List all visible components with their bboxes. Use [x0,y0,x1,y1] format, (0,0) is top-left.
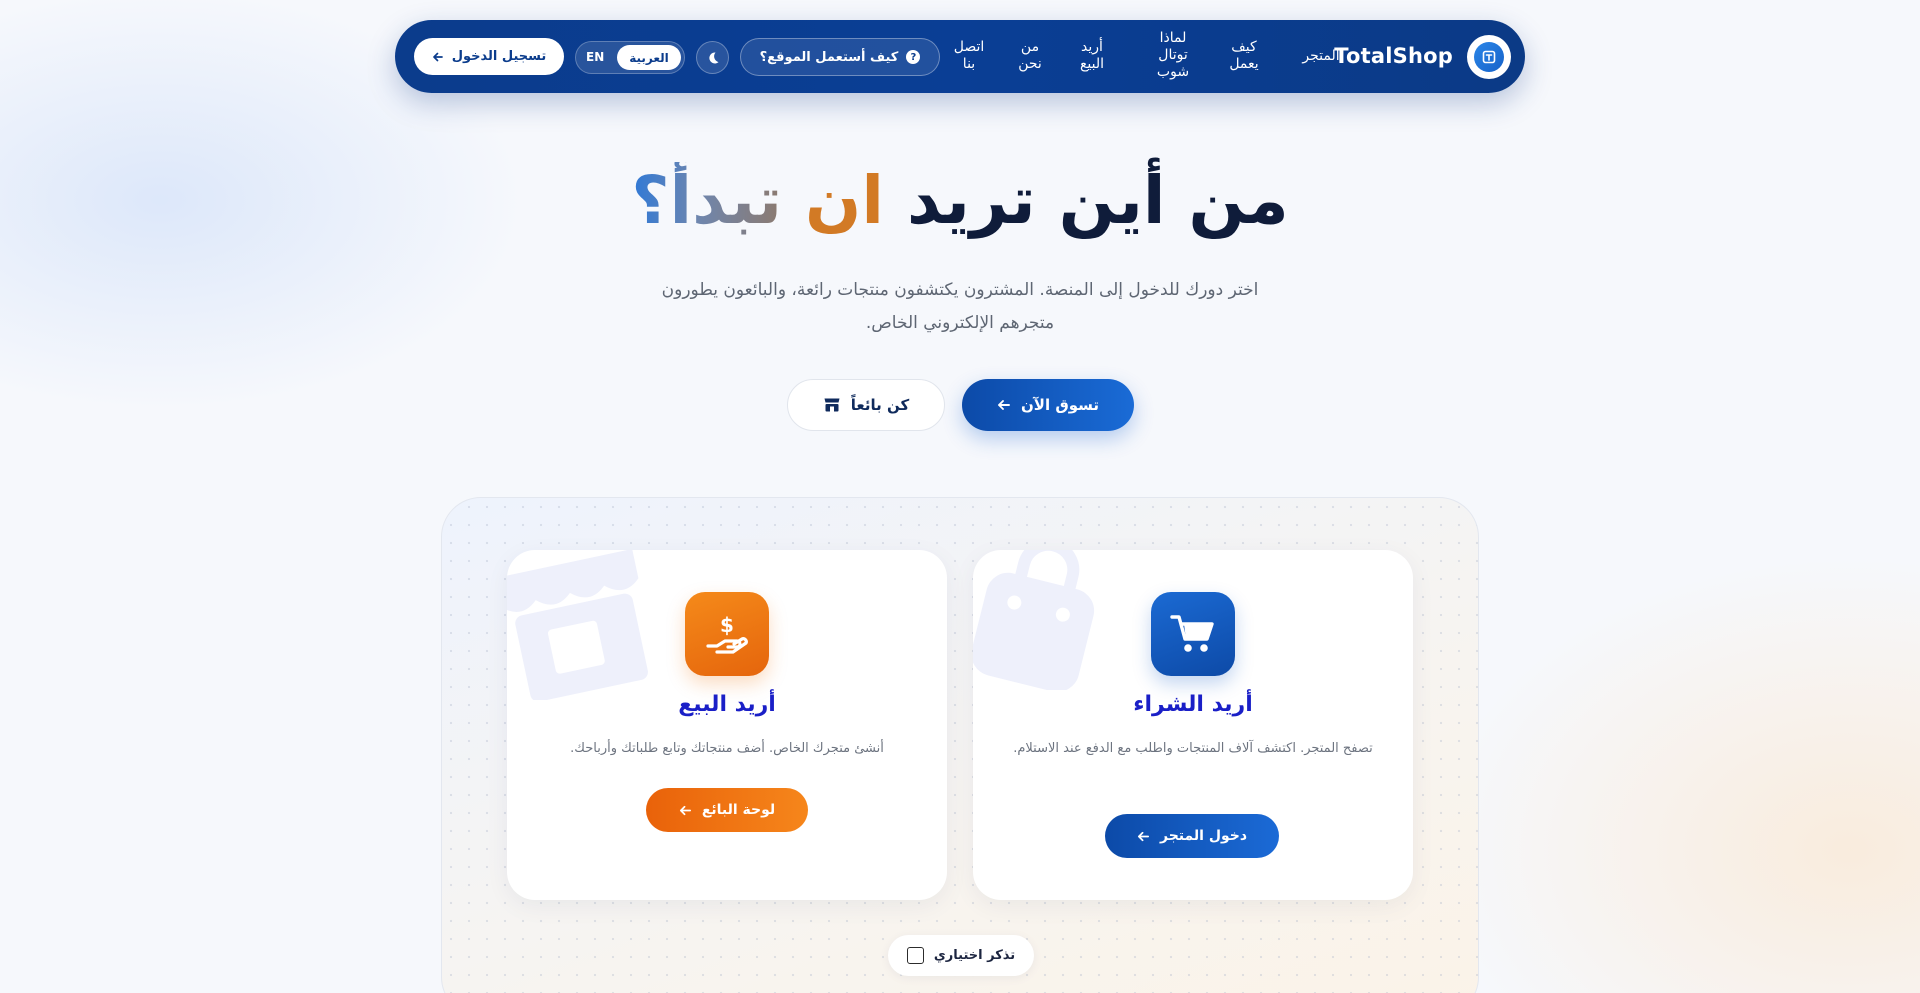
login-label: تسجيل الدخول [451,49,547,64]
seller-card-title: أريد البيع [678,692,776,717]
seller-card-description: أنشئ متجرك الخاص. أضف منتجاتك وتابع طلبا… [570,741,884,756]
nav-link-contact-us[interactable]: اتصل بنا [949,39,989,73]
nav-link-store[interactable]: المتجر [1299,48,1343,65]
become-seller-label: كن بائعاً [850,396,910,414]
arrow-left-icon [1137,831,1150,841]
language-option-arabic[interactable]: العربية [617,45,681,70]
store-icon [824,398,840,412]
brand-logo[interactable] [1467,35,1511,79]
nav-link-how-it-works[interactable]: كيف يعمل [1225,39,1263,73]
shop-now-button[interactable]: تسوق الآن [962,379,1134,431]
question-icon: ? [906,50,921,64]
cart-icon [1151,592,1235,676]
remember-choice-label: تذكر اختياري [933,948,1016,963]
moon-icon [708,51,718,63]
top-navbar: TotalShop المتجر كيف يعمل لماذا توتال شو… [395,20,1525,93]
buyer-role-card[interactable]: أريد الشراء تصفح المتجر. اكتشف آلاف المن… [973,550,1413,900]
seller-dashboard-button[interactable]: لوحة البائع [646,788,808,832]
arrow-left-icon [679,805,691,815]
nav-link-about-us[interactable]: من نحن [1012,39,1048,73]
language-option-english[interactable]: EN [586,50,604,64]
hero-title: من أين تريد ان تبدأ؟ [0,158,1920,244]
svg-text:$: $ [720,613,734,637]
seller-role-card[interactable]: $ أريد البيع أنشئ متجرك الخاص. أضف منتجا… [507,550,947,900]
shopping-bag-watermark-icon [973,550,1095,690]
buyer-card-description: تصفح المتجر. اكتشف آلاف المنتجات واطلب م… [1013,741,1373,756]
language-toggle[interactable]: EN العربية [575,41,685,74]
hero-title-gradient: تبدأ؟ [631,162,783,239]
nav-link-want-to-sell[interactable]: أريد البيع [1072,39,1112,73]
arrow-left-icon [998,400,1010,410]
how-to-use-button[interactable]: ? كيف أستعمل الموقع؟ [740,38,940,76]
storefront-watermark-icon [507,550,648,700]
store-logo-icon [1474,42,1504,72]
enter-store-label: دخول المتجر [1159,828,1248,844]
enter-store-button[interactable]: دخول المتجر [1105,814,1279,858]
shop-now-label: تسوق الآن [1020,396,1100,414]
brand-name[interactable]: TotalShop [1334,44,1453,68]
nav-link-why-totalshop[interactable]: لماذا توتال شوب [1151,30,1195,81]
hero-subtitle: اختر دورك للدخول إلى المنصة. المشترون يك… [661,280,1259,333]
remember-choice-checkbox[interactable] [906,947,924,964]
become-seller-button[interactable]: كن بائعاً [787,379,945,431]
login-button[interactable]: تسجيل الدخول [414,38,564,75]
buyer-card-title: أريد الشراء [1133,692,1253,717]
role-selection-panel: أريد الشراء تصفح المتجر. اكتشف آلاف المن… [441,497,1479,993]
arrow-left-icon [432,52,443,61]
hero-title-main: من أين تريد [906,162,1289,239]
how-to-use-label: كيف أستعمل الموقع؟ [759,49,899,65]
theme-toggle-button[interactable] [696,41,729,74]
hero-title-highlight: ان [805,162,884,239]
remember-choice-option[interactable]: تذكر اختياري [888,935,1034,976]
hand-dollar-icon: $ [685,592,769,676]
seller-dashboard-label: لوحة البائع [701,802,776,818]
